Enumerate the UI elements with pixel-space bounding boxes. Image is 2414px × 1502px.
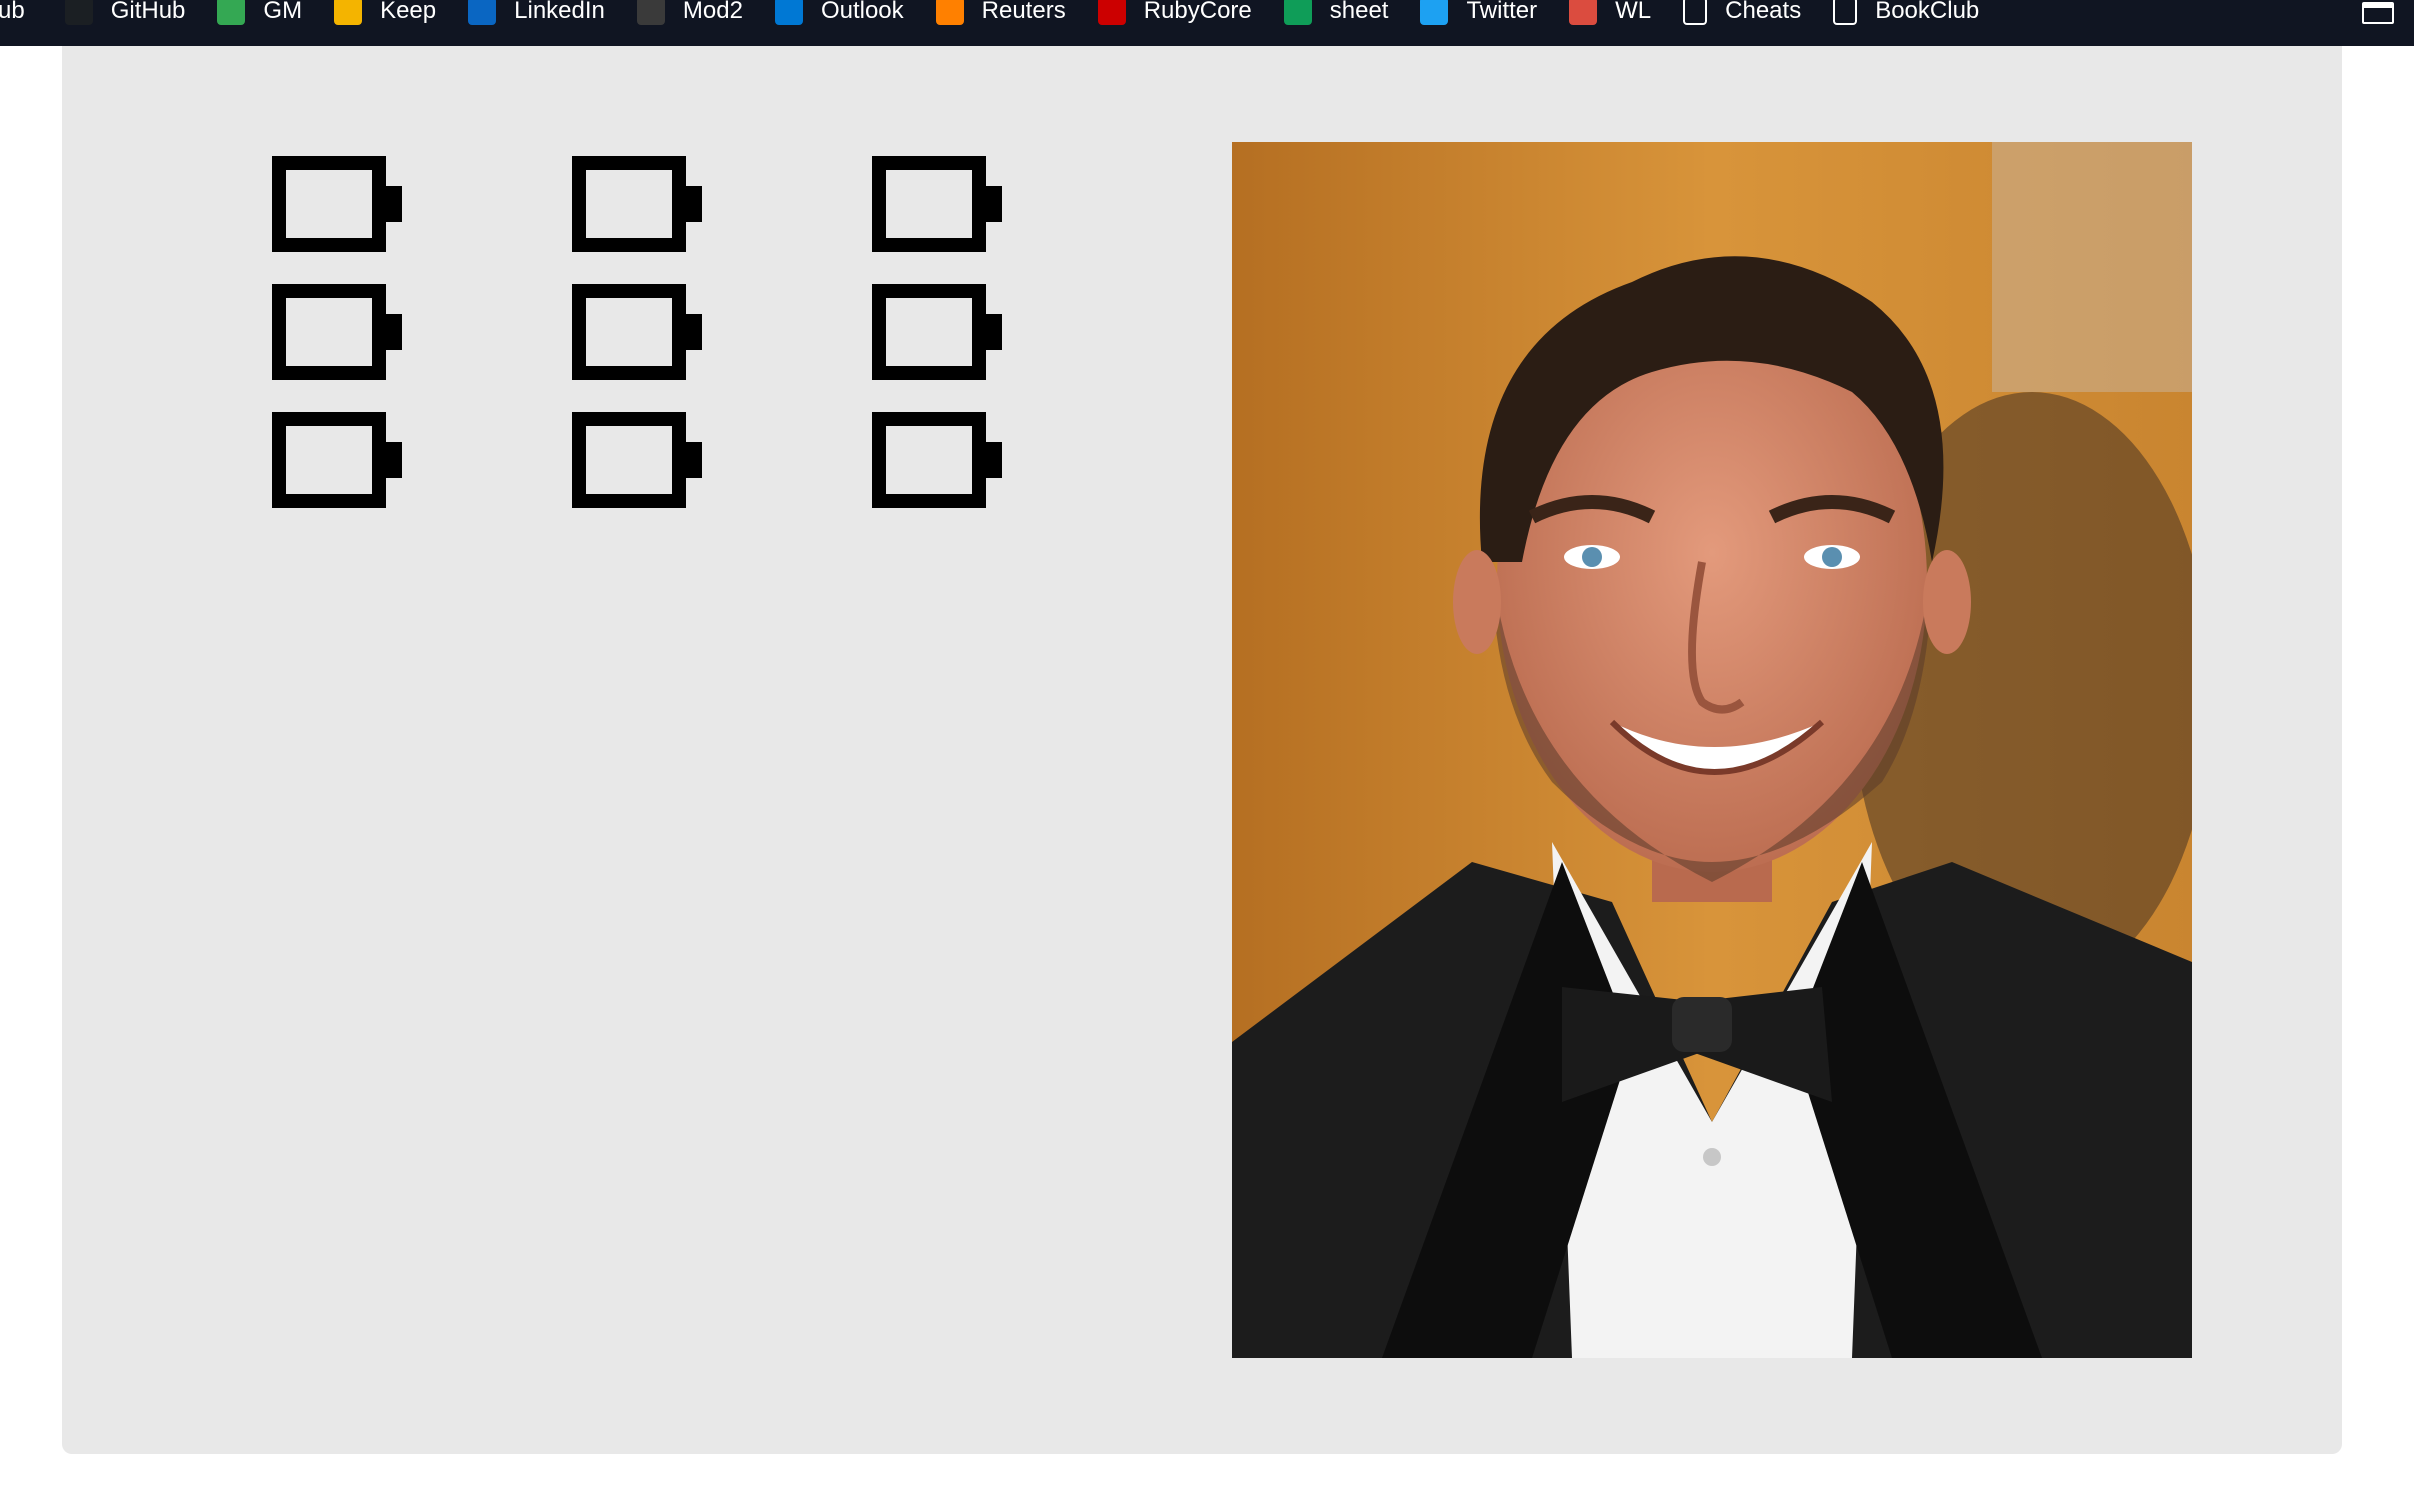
portrait-image <box>1232 142 2192 1358</box>
bookmark-label: RubyCore <box>1143 0 1252 24</box>
bookmark-list: GitHub GM Keep LinkedIn Mod2 Outlook Reuters Ru… <box>64 0 2012 46</box>
battery-grid <box>272 156 1002 508</box>
bookmark-cheats[interactable]: Cheats <box>1683 0 1801 46</box>
bookmark-label: Reuters <box>981 0 1066 24</box>
battery-empty-icon <box>872 156 1002 252</box>
wunderlist-icon <box>1569 0 1598 25</box>
bookmark-label: Twitter <box>1466 0 1538 24</box>
bookmark-mod2[interactable]: Mod2 <box>636 0 743 46</box>
bookmark-reuters[interactable]: Reuters <box>935 0 1066 46</box>
bookmark-wl[interactable]: WL <box>1569 0 1651 46</box>
battery-empty-icon <box>872 284 1002 380</box>
google-keep-icon <box>334 0 363 25</box>
bookmark-partial[interactable]: ub <box>0 0 25 46</box>
ruby-icon <box>1097 0 1126 25</box>
battery-empty-icon <box>272 156 402 252</box>
bookmark-label: WL <box>1615 0 1652 24</box>
bookmark-label: GM <box>263 0 303 24</box>
battery-empty-icon <box>872 412 1002 508</box>
bookmark-label: Keep <box>380 0 437 24</box>
bookmark-label: GitHub <box>110 0 186 24</box>
bookmark-label: ub <box>0 0 25 24</box>
battery-empty-icon <box>572 156 702 252</box>
bookmark-label: Outlook <box>820 0 904 24</box>
bookmark-label: Mod2 <box>682 0 743 24</box>
document-icon <box>1833 0 1858 25</box>
bookmark-outlook[interactable]: Outlook <box>774 0 904 46</box>
bookmark-label: Cheats <box>1725 0 1802 24</box>
github-icon <box>64 0 93 25</box>
bookmark-label: sheet <box>1329 0 1389 24</box>
bookmark-bookclub[interactable]: BookClub <box>1833 0 1979 46</box>
bookmark-linkedin[interactable]: LinkedIn <box>468 0 605 46</box>
outlook-icon <box>774 0 803 25</box>
reuters-icon <box>935 0 964 25</box>
bookmarks-bar: ub GitHub GM Keep LinkedIn Mod2 Outlook Reuter… <box>0 0 2414 46</box>
twitter-icon <box>1420 0 1449 25</box>
turing-icon <box>636 0 665 25</box>
google-maps-icon <box>217 0 246 25</box>
bookmark-label: LinkedIn <box>514 0 605 24</box>
folder-icon <box>1683 0 1708 25</box>
google-sheets-icon <box>1283 0 1312 25</box>
battery-empty-icon <box>272 412 402 508</box>
bookmark-keep[interactable]: Keep <box>334 0 436 46</box>
bookmark-gm[interactable]: GM <box>217 0 302 46</box>
content-panel <box>62 46 2342 1454</box>
battery-empty-icon <box>272 284 402 380</box>
bookmark-twitter[interactable]: Twitter <box>1420 0 1537 46</box>
bookmark-label: BookClub <box>1875 0 1980 24</box>
battery-empty-icon <box>572 412 702 508</box>
bookmark-sheet[interactable]: sheet <box>1283 0 1389 46</box>
linkedin-icon <box>468 0 497 25</box>
reading-list-icon[interactable] <box>2362 2 2394 24</box>
battery-empty-icon <box>572 284 702 380</box>
bookmark-rubycore[interactable]: RubyCore <box>1097 0 1252 46</box>
bookmark-github[interactable]: GitHub <box>64 0 186 46</box>
portrait-photo <box>1232 142 2192 1358</box>
